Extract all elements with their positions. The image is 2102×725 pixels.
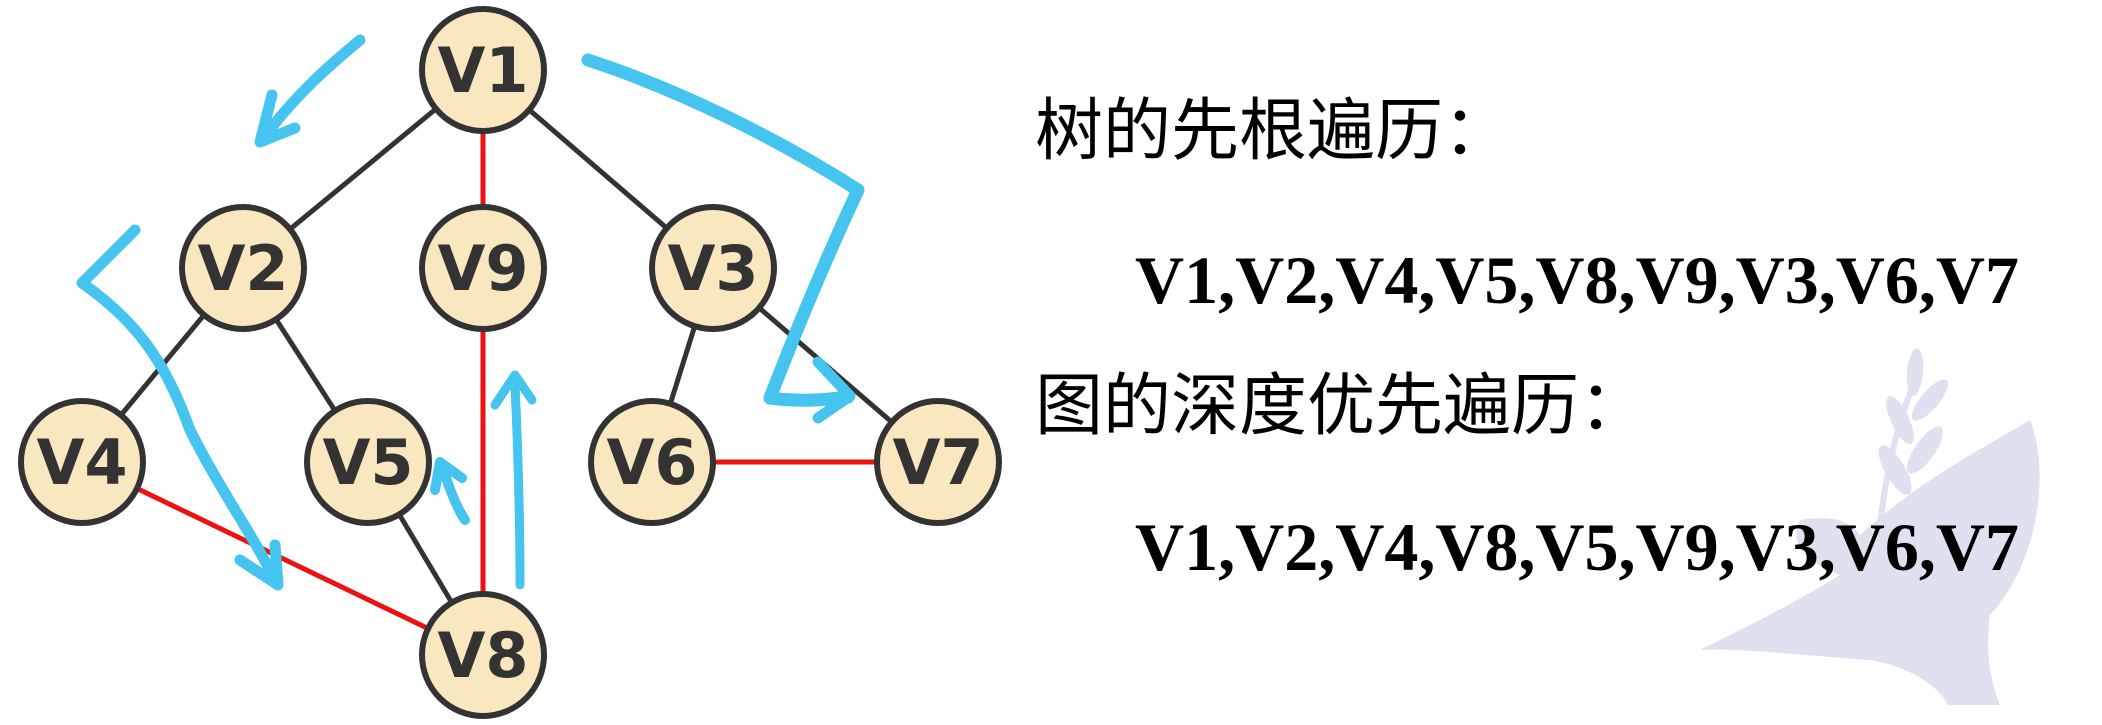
node-label: V7 [892,426,983,499]
graph-dfs-sequence: V1,V2,V4,V8,V5,V9,V3,V6,V7 [1135,509,2019,585]
node-v8: V8 [419,591,547,719]
node-label: V8 [437,619,528,692]
node-label: V4 [36,426,127,499]
node-label: V3 [667,232,758,305]
arrow-v8-to-v9 [510,380,525,590]
node-label: V5 [322,426,413,499]
node-v7: V7 [874,398,1002,526]
node-v5: V5 [304,398,432,526]
tree-preorder-heading: 树的先根遍历： [1035,92,1512,171]
node-v1: V1 [419,6,547,134]
node-label: V9 [437,232,528,305]
node-v3: V3 [649,204,777,332]
arrow-v1-to-v2 [256,34,366,146]
node-label: V1 [437,34,528,107]
graph-dfs-heading: 图的深度优先遍历： [1035,367,1648,446]
node-label: V6 [606,426,697,499]
node-v2: V2 [179,204,307,332]
node-label: V2 [197,232,288,305]
tree-preorder-sequence: V1,V2,V4,V5,V8,V9,V3,V6,V7 [1135,242,2019,318]
node-v4: V4 [18,398,146,526]
node-v6: V6 [588,398,716,526]
node-v9: V9 [419,204,547,332]
